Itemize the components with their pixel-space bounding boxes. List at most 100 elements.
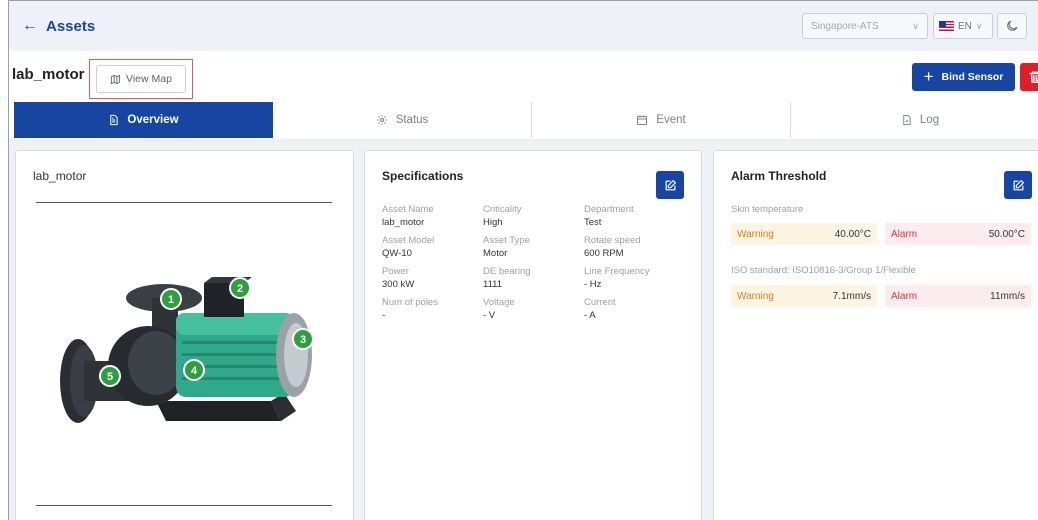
map-icon bbox=[110, 74, 121, 84]
spec-value: lab_motor bbox=[382, 217, 425, 228]
spec-item: Criticality High bbox=[483, 204, 584, 228]
edit-icon bbox=[665, 179, 676, 190]
spec-label: Asset Type bbox=[483, 235, 530, 246]
svg-text:5: 5 bbox=[107, 371, 113, 383]
spec-value: - A bbox=[584, 310, 596, 321]
tab-bar: Overview Status Event Log bbox=[14, 102, 1038, 138]
spec-item: Asset Type Motor bbox=[483, 235, 584, 259]
marker-3[interactable]: 3 bbox=[292, 328, 314, 350]
asset-title: lab_motor bbox=[12, 66, 85, 83]
calendar-icon bbox=[637, 115, 648, 125]
tab-label: Overview bbox=[127, 114, 179, 126]
asset-image-card: lab_motor 1 2 3 4 5 bbox=[15, 150, 354, 520]
marker-1[interactable]: 1 bbox=[160, 288, 182, 310]
threshold-group-label: ISO standard: ISO10816-3/Group 1/Flexibl… bbox=[731, 265, 916, 276]
threshold-row: Warning 40.00°C Alarm 50.00°C bbox=[731, 223, 1031, 245]
warning-label: Warning bbox=[737, 290, 774, 302]
spec-item: DE bearing 1111 bbox=[483, 266, 584, 290]
spec-label: Asset Name bbox=[382, 204, 434, 215]
spec-value: 300 kW bbox=[382, 279, 415, 290]
alarm-threshold-card: Alarm Threshold Skin temperature Warning… bbox=[713, 150, 1038, 520]
edit-alarm-threshold-button[interactable] bbox=[1004, 171, 1032, 199]
chevron-down-icon: ∨ bbox=[975, 20, 983, 31]
warning-value: 7.1mm/s bbox=[832, 290, 871, 302]
threshold-group-label: Skin temperature bbox=[731, 204, 804, 215]
us-flag-icon bbox=[939, 21, 954, 31]
spec-label: DE bearing bbox=[483, 266, 531, 277]
tab-status[interactable]: Status bbox=[273, 102, 532, 138]
spec-label: Department bbox=[584, 204, 634, 215]
spec-item: Power 300 kW bbox=[382, 266, 483, 290]
view-map-button[interactable]: View Map bbox=[96, 65, 186, 93]
spec-value: - V bbox=[483, 310, 496, 321]
spec-item: Asset Name lab_motor bbox=[382, 204, 483, 228]
spec-label: Power bbox=[382, 266, 409, 277]
specifications-card: Specifications Asset Name lab_motor Criti… bbox=[364, 150, 702, 520]
tab-label: Event bbox=[656, 114, 686, 126]
tab-overview[interactable]: Overview bbox=[14, 102, 273, 138]
top-bar: ← Assets Singapore-ATS ∨ EN ∨ bbox=[9, 1, 1038, 51]
alarm-value: 50.00°C bbox=[988, 228, 1025, 240]
moon-icon bbox=[1007, 20, 1018, 31]
svg-text:3: 3 bbox=[300, 334, 306, 346]
alarm-threshold: Alarm 11mm/s bbox=[885, 285, 1031, 307]
spec-item: Rotate speed 600 RPM bbox=[584, 235, 685, 259]
app-frame: ← Assets Singapore-ATS ∨ EN ∨ lab_motor … bbox=[8, 0, 1038, 520]
warning-value: 40.00°C bbox=[834, 228, 871, 240]
file-icon bbox=[903, 114, 911, 126]
arrow-left-icon: ← bbox=[22, 17, 38, 34]
spec-value: - bbox=[382, 310, 386, 321]
delete-button[interactable] bbox=[1020, 63, 1038, 91]
svg-text:2: 2 bbox=[237, 283, 243, 295]
spec-value: QW-10 bbox=[382, 248, 412, 259]
marker-4[interactable]: 4 bbox=[183, 359, 205, 381]
spec-label: Current bbox=[584, 297, 616, 308]
warning-label: Warning bbox=[737, 228, 774, 240]
divider bbox=[36, 202, 332, 203]
spec-item: Department Test bbox=[584, 204, 685, 228]
image-card-title: lab_motor bbox=[33, 169, 87, 183]
alarm-threshold: Alarm 50.00°C bbox=[885, 223, 1031, 245]
tab-log[interactable]: Log bbox=[791, 102, 1038, 138]
spec-value: Motor bbox=[483, 248, 508, 259]
specifications-grid: Asset Name lab_motor Criticality High Depa… bbox=[382, 204, 685, 321]
bind-sensor-label: Bind Sensor bbox=[941, 71, 1004, 83]
spec-label: Num of poles bbox=[382, 297, 438, 308]
site-select[interactable]: Singapore-ATS ∨ bbox=[802, 13, 928, 39]
alarm-label: Alarm bbox=[891, 290, 918, 302]
tab-event[interactable]: Event bbox=[532, 102, 791, 138]
language-select[interactable]: EN ∨ bbox=[933, 13, 993, 39]
edit-specifications-button[interactable] bbox=[656, 171, 684, 199]
view-map-highlight: View Map bbox=[89, 59, 193, 99]
chevron-down-icon: ∨ bbox=[912, 20, 919, 31]
svg-text:1: 1 bbox=[168, 294, 174, 306]
spec-label: Criticality bbox=[483, 204, 522, 215]
alarm-label: Alarm bbox=[891, 228, 918, 240]
document-icon bbox=[110, 114, 119, 126]
theme-toggle-button[interactable] bbox=[997, 13, 1027, 39]
back-label: Assets bbox=[46, 17, 96, 35]
spec-value: High bbox=[483, 217, 503, 228]
spec-item: Num of poles - bbox=[382, 297, 483, 321]
spec-item: Voltage - V bbox=[483, 297, 584, 321]
alarm-threshold-title: Alarm Threshold bbox=[731, 169, 827, 183]
language-select-value: EN bbox=[958, 20, 972, 32]
spec-label: Asset Model bbox=[382, 235, 435, 246]
site-select-value: Singapore-ATS bbox=[811, 20, 879, 32]
spec-value: 600 RPM bbox=[584, 248, 624, 259]
view-map-label: View Map bbox=[126, 73, 172, 85]
motor-image: 1 2 3 4 5 bbox=[60, 277, 314, 423]
tab-label: Status bbox=[395, 114, 429, 126]
bind-sensor-button[interactable]: + Bind Sensor bbox=[912, 63, 1015, 91]
spec-value: - Hz bbox=[584, 279, 602, 290]
alarm-value: 11mm/s bbox=[990, 290, 1025, 302]
threshold-row: Warning 7.1mm/s Alarm 11mm/s bbox=[731, 285, 1031, 307]
specifications-title: Specifications bbox=[382, 169, 464, 183]
back-to-assets-link[interactable]: ← Assets bbox=[22, 17, 95, 35]
spec-label: Voltage bbox=[483, 297, 515, 308]
marker-5[interactable]: 5 bbox=[99, 365, 121, 387]
spec-item: Line Frequency - Hz bbox=[584, 266, 685, 290]
plus-icon: + bbox=[923, 67, 934, 86]
marker-2[interactable]: 2 bbox=[229, 277, 251, 299]
trash-icon bbox=[1029, 71, 1038, 83]
